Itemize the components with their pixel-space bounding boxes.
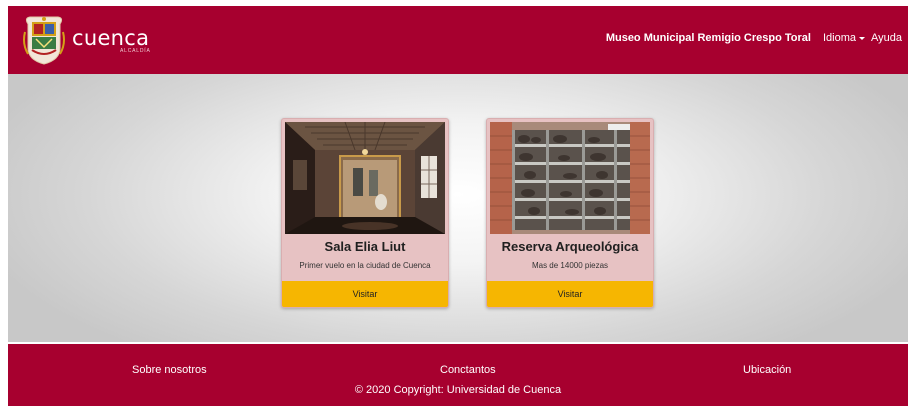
exhibition-room-photo — [285, 122, 445, 234]
brand-subtitle: ALCALDÍA — [120, 48, 151, 54]
brand-text: cuenca ALCALDÍA — [72, 20, 162, 60]
navbar: cuenca ALCALDÍA Museo Municipal Remigio … — [8, 6, 908, 74]
page: cuenca ALCALDÍA Museo Municipal Remigio … — [8, 6, 908, 406]
footer-contacts-link[interactable]: Conctantos — [440, 364, 496, 376]
nav-museum-link[interactable]: Museo Municipal Remigio Crespo Toral — [606, 32, 811, 44]
card-title: Sala Elia Liut — [324, 239, 406, 254]
main-content: Sala Elia Liut Primer vuelo en la ciudad… — [8, 74, 908, 342]
brand-logo[interactable]: cuenca ALCALDÍA — [22, 14, 162, 66]
visit-button[interactable]: Visitar — [282, 281, 448, 307]
copyright-text: © 2020 Copyright: Universidad de Cuenca — [354, 384, 562, 396]
nav-language-dropdown[interactable]: Idioma — [823, 32, 865, 44]
card-title: Reserva Arqueológica — [501, 239, 639, 254]
nav-language-label: Idioma — [822, 32, 856, 44]
footer: Sobre nosotros Conctantos Ubicación © 20… — [8, 344, 908, 406]
card-reserva-arqueologica: Reserva Arqueológica Mas de 14000 piezas… — [486, 118, 654, 308]
card-description: Primer vuelo en la ciudad de Cuenca — [299, 261, 431, 270]
brand-name: cuenca — [72, 26, 150, 50]
nav-menu: Museo Municipal Remigio Crespo Toral Idi… — [606, 32, 902, 44]
coat-of-arms-icon — [23, 16, 65, 65]
visit-button[interactable]: Visitar — [487, 281, 653, 307]
caret-down-icon — [859, 36, 865, 40]
footer-location-link[interactable]: Ubicación — [743, 364, 791, 376]
card-description: Mas de 14000 piezas — [531, 261, 609, 270]
archaeological-storage-photo — [490, 122, 650, 234]
nav-help-link[interactable]: Ayuda — [871, 32, 902, 44]
footer-about-link[interactable]: Sobre nosotros — [132, 364, 207, 376]
card-sala-elia-liut: Sala Elia Liut Primer vuelo en la ciudad… — [281, 118, 449, 308]
